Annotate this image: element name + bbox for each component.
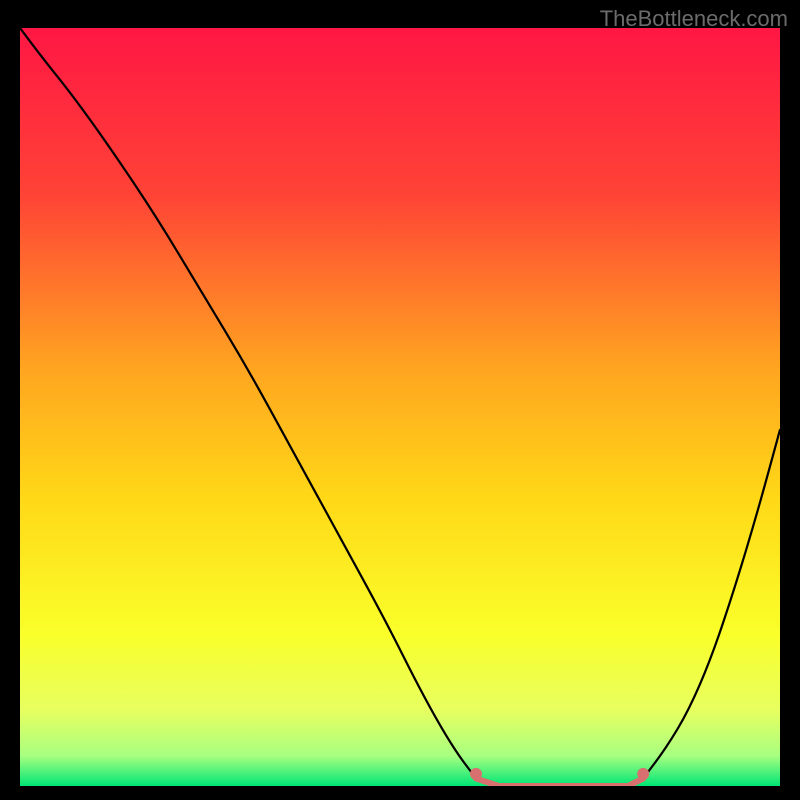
optimal-band-line [476,778,643,786]
left-curve [20,28,476,778]
optimal-band-dot-left [470,768,482,780]
chart-container: TheBottleneck.com [0,0,800,800]
curve-layer [20,28,780,786]
optimal-band-dot-right [637,768,649,780]
watermark-text: TheBottleneck.com [600,6,788,32]
plot-area [20,28,780,786]
right-curve [643,430,780,779]
